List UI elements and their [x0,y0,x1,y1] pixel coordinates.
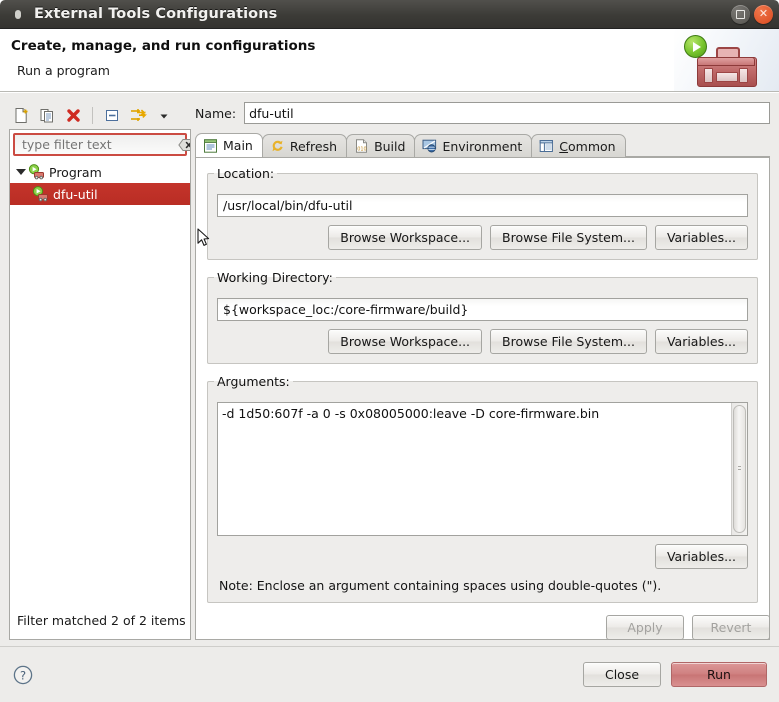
window-controls: ✕ [731,4,773,24]
tree-item-label: dfu-util [53,186,98,202]
tab-mnemonic: C [559,138,569,154]
apply-button[interactable]: Apply [606,615,684,640]
location-input[interactable] [217,194,748,217]
arguments-note: Note: Enclose an argument containing spa… [219,578,662,593]
arguments-textarea[interactable]: -d 1d50:607f -a 0 -s 0x08005000:leave -D… [218,403,731,535]
tab-refresh[interactable]: Refresh [261,134,348,157]
dialog-body: Program dfu-util Filter ma [0,93,779,702]
name-label: Name: [195,105,237,121]
tab-strip-filler [624,133,770,157]
wd-variables-button[interactable]: Variables... [654,329,748,354]
tree-item-label: Program [49,164,102,180]
configurations-panel: Program dfu-util Filter ma [9,102,191,640]
tab-label: Common [559,139,615,154]
program-category-icon [28,164,45,180]
refresh-tab-icon [270,139,285,153]
configuration-editor-panel: Name: Main [195,102,770,640]
tab-environment[interactable]: Environment [414,134,533,157]
location-browse-file-system-button[interactable]: Browse File System... [490,225,647,250]
working-directory-legend: Working Directory: [217,270,333,285]
tab-build[interactable]: 010 Build [346,134,416,157]
tab-common[interactable]: Common [531,134,626,157]
svg-text:010: 010 [357,147,367,153]
working-directory-input[interactable] [217,298,748,321]
toolbox-icon [697,47,757,87]
clear-field-icon[interactable] [178,138,190,152]
filter-status-label: Filter matched 2 of 2 items [10,601,190,639]
main-tab-panel: Location: Browse Workspace... Browse Fil… [195,157,770,640]
location-variables-button[interactable]: Variables... [654,225,748,250]
run-badge-icon [684,35,707,58]
environment-tab-icon [422,139,437,153]
run-button[interactable]: Run [671,662,767,687]
build-tab-icon: 010 [354,139,369,153]
name-row: Name: [195,102,770,124]
new-configuration-icon[interactable] [11,106,31,126]
view-menu-chevron-icon[interactable] [154,106,174,126]
window-menu-icon[interactable] [10,6,26,22]
configurations-toolbar [9,102,191,129]
revert-button[interactable]: Revert [692,615,770,640]
apply-revert-row: Apply Revert [606,615,770,640]
tab-strip: Main Refresh 010 Build Environment Commo… [195,133,770,157]
footer-buttons: Close Run [583,662,767,687]
tab-label-rest: ommon [568,138,616,154]
working-directory-group: Working Directory: Browse Workspace... B… [207,270,758,364]
tab-label: Environment [442,138,523,154]
arguments-scrollbar[interactable] [731,403,747,535]
dialog-footer: ? Close Run [0,646,779,702]
banner-title: Create, manage, and run configurations [11,38,316,54]
maximize-button[interactable] [731,4,750,24]
arguments-editor[interactable]: -d 1d50:607f -a 0 -s 0x08005000:leave -D… [217,402,748,536]
filter-icon[interactable] [128,106,148,126]
arguments-scrollbar-thumb[interactable] [733,405,746,533]
collapse-all-icon[interactable] [102,106,122,126]
wd-browse-workspace-button[interactable]: Browse Workspace... [328,329,483,354]
banner-subtitle: Run a program [17,63,110,78]
duplicate-configuration-icon[interactable] [37,106,57,126]
location-buttons: Browse Workspace... Browse File System..… [217,225,748,250]
name-input[interactable] [244,102,770,124]
tab-label: Build [374,138,406,154]
arguments-group: Arguments: -d 1d50:607f -a 0 -s 0x080050… [207,374,758,603]
working-directory-buttons: Browse Workspace... Browse File System..… [217,329,748,354]
filter-box[interactable] [13,133,190,156]
dialog-banner: Create, manage, and run configurations R… [0,29,779,92]
tab-label: Main [223,138,253,153]
location-group: Location: Browse Workspace... Browse Fil… [207,166,758,260]
program-config-icon [32,186,49,202]
tab-main[interactable]: Main [195,133,263,157]
location-browse-workspace-button[interactable]: Browse Workspace... [328,225,483,250]
arguments-legend: Arguments: [217,374,290,389]
filter-area [10,130,190,158]
expand-arrow-icon[interactable] [14,165,28,179]
help-icon[interactable]: ? [12,664,34,686]
filter-input[interactable] [22,137,178,152]
tree-item-program[interactable]: Program [10,161,190,183]
tab-label: Refresh [289,138,338,154]
common-tab-icon [539,139,554,153]
close-button[interactable]: ✕ [754,4,773,24]
configurations-tree-container: Program dfu-util Filter ma [9,129,191,640]
window-titlebar: External Tools Configurations ✕ [0,0,779,29]
wd-browse-file-system-button[interactable]: Browse File System... [490,329,647,354]
location-legend: Location: [217,166,275,181]
arguments-variables-button[interactable]: Variables... [654,544,748,569]
toolbar-separator [92,107,93,124]
delete-configuration-icon[interactable] [63,106,83,126]
window-title: External Tools Configurations [34,6,278,22]
close-dialog-button[interactable]: Close [583,662,661,687]
tree-item-dfu-util[interactable]: dfu-util [10,183,190,205]
arguments-buttons: Variables... [217,544,748,569]
scrollbar-grip-icon [738,466,741,472]
main-tab-icon [203,138,218,153]
banner-artwork [674,29,779,91]
configurations-tree[interactable]: Program dfu-util [10,158,190,601]
svg-text:?: ? [20,668,26,682]
